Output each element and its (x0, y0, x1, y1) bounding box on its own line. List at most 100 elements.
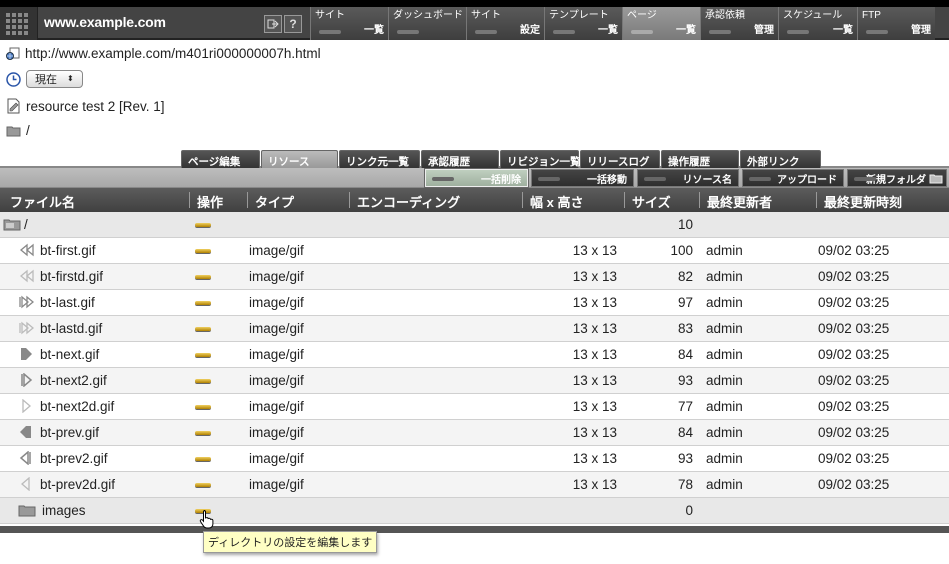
table-row[interactable]: bt-next2d.gif image/gif 13 x 13 77 admin 09/0… (0, 394, 949, 420)
global-nav: サイト 一覧 ダッシュボード サイト 設定 テンプレート 一覧 ページ 一覧 承認依頼 管理 スケジュ… (310, 7, 935, 40)
version-select[interactable]: 現在 ⬍ (26, 70, 83, 88)
edit-settings-button[interactable] (195, 483, 211, 487)
table-row[interactable]: images 0 (0, 498, 949, 524)
resource-name: resource test 2 [Rev. 1] (26, 98, 165, 114)
file-updated-time: 09/02 03:25 (818, 295, 890, 310)
column-header[interactable]: エンコーディング (357, 192, 460, 211)
tab[interactable]: 操作履歴 (661, 150, 739, 168)
nav-pill-icon (866, 30, 888, 34)
column-header[interactable]: サイズ (632, 192, 671, 211)
edit-settings-button[interactable] (195, 457, 211, 461)
table-row[interactable]: bt-firstd.gif image/gif 13 x 13 82 admin 09/0… (0, 264, 949, 290)
table-row[interactable]: / 10 (0, 212, 949, 238)
table-row[interactable]: bt-prev2.gif image/gif 13 x 13 93 admin 09/02… (0, 446, 949, 472)
global-nav-item[interactable]: サイト 設定 (466, 7, 544, 40)
column-header[interactable]: 操作 (197, 192, 223, 211)
action-button[interactable]: 一括移動 (531, 169, 634, 187)
file-name[interactable]: bt-prev.gif (40, 425, 99, 440)
file-name[interactable]: bt-next.gif (40, 347, 99, 362)
global-nav-item[interactable]: ダッシュボード (388, 7, 466, 40)
file-size: 77 (677, 399, 693, 414)
file-name[interactable]: bt-next2.gif (40, 373, 107, 388)
column-header[interactable]: 幅 x 高さ (530, 192, 583, 211)
help-icon[interactable]: ? (284, 15, 302, 33)
button-pill-icon (432, 177, 454, 181)
column-separator (247, 192, 248, 208)
global-nav-sublabel: 一覧 (676, 25, 696, 36)
tab[interactable]: リソース (261, 150, 338, 168)
action-button[interactable]: 一括削除 (424, 168, 529, 188)
global-nav-sublabel: 一覧 (598, 25, 618, 36)
file-type: image/gif (249, 243, 304, 258)
edit-settings-button[interactable] (195, 223, 211, 227)
file-name[interactable]: bt-next2d.gif (40, 399, 114, 414)
global-nav-item[interactable]: テンプレート 一覧 (544, 7, 622, 40)
global-nav-item[interactable]: FTP 管理 (857, 7, 935, 40)
table-row[interactable]: bt-last.gif image/gif 13 x 13 97 admin 09/02 … (0, 290, 949, 316)
action-label: リソース名 (682, 174, 733, 186)
tab[interactable]: リンク元一覧 (339, 150, 420, 168)
next-arrow-disabled-icon (18, 398, 34, 416)
edit-settings-button[interactable] (195, 405, 211, 409)
column-header[interactable]: タイプ (255, 192, 294, 211)
folder-icon (18, 503, 36, 520)
edit-settings-button[interactable] (195, 431, 211, 435)
logout-icon[interactable] (264, 15, 282, 33)
next-arrow-alt-icon (18, 372, 34, 390)
tab[interactable]: 外部リンク (740, 150, 821, 168)
resource-row: resource test 2 [Rev. 1] (6, 98, 165, 114)
edit-settings-button[interactable] (195, 379, 211, 383)
global-nav-item[interactable]: 承認依頼 管理 (700, 7, 778, 40)
edit-settings-button[interactable] (195, 249, 211, 253)
table-row[interactable]: bt-next.gif image/gif 13 x 13 84 admin 09/02 … (0, 342, 949, 368)
first-arrow-disabled-icon (18, 269, 34, 286)
folder-path[interactable]: / (26, 123, 30, 138)
global-nav-item[interactable]: サイト 一覧 (310, 7, 388, 40)
file-updater: admin (706, 399, 743, 414)
file-name[interactable]: bt-lastd.gif (40, 321, 102, 336)
global-nav-item[interactable]: スケジュール 一覧 (778, 7, 857, 40)
file-name[interactable]: images (42, 503, 86, 518)
global-nav-label: ページ (627, 10, 657, 21)
page-url[interactable]: http://www.example.com/m401ri000000007h.… (25, 46, 321, 61)
global-nav-label: ダッシュボード (393, 10, 463, 21)
tab[interactable]: リリースログ (580, 150, 660, 168)
action-button[interactable]: リソース名 (637, 169, 739, 187)
tab[interactable]: リビジョン一覧 (500, 150, 581, 168)
file-updater: admin (706, 347, 743, 362)
edit-settings-button[interactable] (195, 327, 211, 331)
file-name[interactable]: bt-last.gif (40, 295, 95, 310)
site-name[interactable]: www.example.com (44, 14, 166, 30)
table-row[interactable]: bt-prev2d.gif image/gif 13 x 13 78 admin 09/0… (0, 472, 949, 498)
edit-settings-button[interactable] (195, 275, 211, 279)
logo[interactable] (0, 7, 38, 40)
file-name[interactable]: bt-prev2d.gif (40, 477, 115, 492)
file-updater: admin (706, 321, 743, 336)
file-size: 93 (677, 451, 693, 466)
global-nav-item[interactable]: ページ一覧 (622, 7, 700, 40)
file-type: image/gif (249, 425, 304, 440)
file-name[interactable]: bt-prev2.gif (40, 451, 108, 466)
action-button[interactable]: アップロード (742, 169, 844, 187)
file-name[interactable]: bt-firstd.gif (40, 269, 103, 284)
table-row[interactable]: bt-lastd.gif image/gif 13 x 13 83 admin 09/02… (0, 316, 949, 342)
action-label: 一括移動 (587, 174, 627, 186)
edit-settings-button[interactable] (195, 353, 211, 357)
column-header[interactable]: 最終更新時刻 (824, 192, 902, 211)
prev-arrow-disabled-icon (18, 476, 34, 494)
column-header[interactable]: 最終更新者 (707, 192, 772, 211)
file-updated-time: 09/02 03:25 (818, 451, 890, 466)
file-size: 78 (677, 477, 693, 492)
action-button[interactable]: 新規フォルダ (847, 169, 947, 187)
tab[interactable]: ページ編集 (181, 150, 260, 168)
edit-settings-button[interactable] (195, 301, 211, 305)
folder-up-icon (3, 217, 21, 234)
column-header[interactable]: ファイル名 (10, 192, 75, 211)
table-row[interactable]: bt-next2.gif image/gif 13 x 13 93 admin 09/02… (0, 368, 949, 394)
file-name[interactable]: bt-first.gif (40, 243, 96, 258)
table-row[interactable]: bt-prev.gif image/gif 13 x 13 84 admin 09/02 … (0, 420, 949, 446)
tab[interactable]: 承認履歴 (421, 150, 499, 168)
table-row[interactable]: bt-first.gif image/gif 13 x 13 100 admin 09/0… (0, 238, 949, 264)
file-name[interactable]: / (24, 217, 28, 232)
button-pill-icon (644, 177, 666, 181)
